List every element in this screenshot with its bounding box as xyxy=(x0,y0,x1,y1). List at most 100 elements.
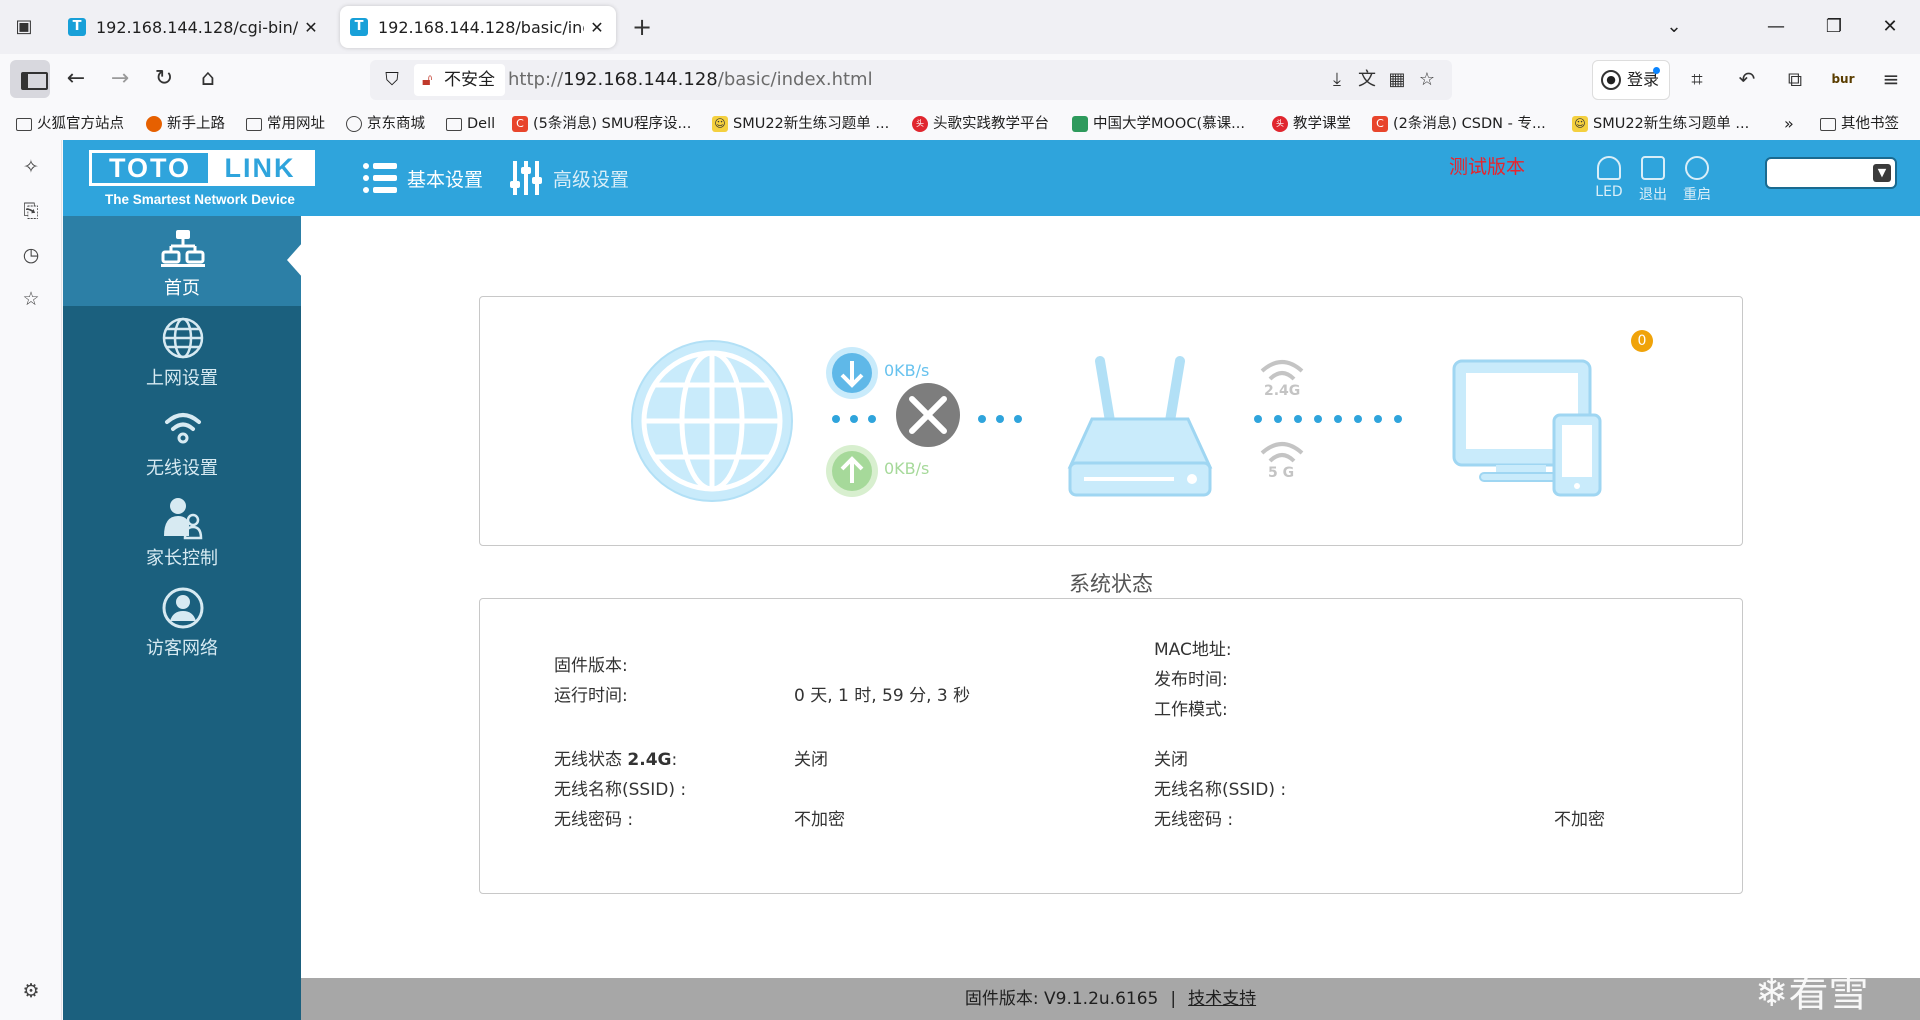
tech-support-link[interactable]: 技术支持 xyxy=(1188,989,1256,1009)
sidebar-item-label: 无线设置 xyxy=(146,458,218,479)
bookmark-item[interactable]: 头头歌实践教学平台 xyxy=(912,113,1049,135)
csdn-icon: C xyxy=(512,116,528,132)
router-footer: 固件版本: V9.1.2u.6165 | 技术支持 xyxy=(301,978,1920,1020)
wifi-state-colon: : xyxy=(671,750,678,770)
upload-speed: 0KB/s xyxy=(884,459,930,478)
minimize-button[interactable]: — xyxy=(1762,14,1790,42)
browser-tab-2[interactable]: T 192.168.144.128/basic/index. ✕ xyxy=(340,6,616,48)
network-diagram-graphic xyxy=(631,340,1602,502)
list-all-tabs-icon[interactable]: ⌄ xyxy=(1660,14,1688,42)
bookmark-item[interactable]: ☺ SMU22新生练习题单 ... xyxy=(1572,113,1749,135)
other-bookmarks-folder[interactable]: 其他书签 xyxy=(1820,113,1899,135)
address-bar[interactable]: ⛉ 🔓︎ 不安全 http://192.168.144.128/basic/in… xyxy=(370,60,1452,100)
undo-icon[interactable]: ↶ xyxy=(1732,64,1762,96)
bookmark-item[interactable]: 中国大学MOOC(慕课... xyxy=(1072,113,1245,135)
ai-sparkle-icon[interactable]: ✧ xyxy=(18,154,44,180)
bookmark-label: 新手上路 xyxy=(167,116,225,132)
sidebar-toggle-button[interactable] xyxy=(10,60,50,98)
bookmark-item[interactable]: 京东商城 xyxy=(346,113,425,135)
globe-icon xyxy=(162,317,204,359)
history-clock-icon[interactable]: ◷ xyxy=(18,242,44,268)
nav-basic-settings[interactable]: 基本设置 xyxy=(363,158,483,198)
firefox-icon xyxy=(146,116,162,132)
forward-button[interactable]: → xyxy=(104,64,136,96)
download-page-icon[interactable]: ⤓ xyxy=(1325,68,1349,92)
footer-firmware-version: 固件版本: V9.1.2u.6165 xyxy=(964,989,1159,1009)
home-button[interactable]: ⌂ xyxy=(192,64,224,96)
bookmark-label: (5条消息) SMU程序设... xyxy=(533,116,692,132)
account-login-button[interactable]: ● 登录 xyxy=(1592,60,1670,100)
bookmark-label: Dell xyxy=(467,116,496,132)
ssid-5g-label: 无线名称(SSID) : xyxy=(1154,780,1287,800)
bookmark-item[interactable]: C (2条消息) CSDN - 专... xyxy=(1372,113,1546,135)
translate-icon[interactable]: 文 xyxy=(1355,68,1379,92)
led-label: LED xyxy=(1595,184,1623,200)
bookmark-item[interactable]: Dell xyxy=(446,113,495,135)
close-tab-icon[interactable]: ✕ xyxy=(588,18,606,37)
menu-icon[interactable]: ≡ xyxy=(1876,64,1906,96)
logout-button[interactable]: 退出 xyxy=(1635,156,1671,204)
synced-tabs-icon[interactable]: ⎘ xyxy=(18,198,44,224)
bookmark-star-icon[interactable]: ☆ xyxy=(1415,68,1439,92)
download-speed: 0KB/s xyxy=(884,361,930,380)
client-count-badge[interactable]: 0 xyxy=(1631,330,1653,352)
qr-code-icon[interactable]: ▦ xyxy=(1385,68,1409,92)
bookmark-item[interactable]: C (5条消息) SMU程序设... xyxy=(512,113,691,135)
bookmark-item[interactable]: 新手上路 xyxy=(146,113,225,135)
bookmark-item[interactable]: 火狐官方站点 xyxy=(16,113,124,135)
bookmark-item[interactable]: 常用网址 xyxy=(246,113,325,135)
sidebar-item-wireless[interactable]: 无线设置 xyxy=(63,396,301,486)
uptime-value: 0 天, 1 时, 59 分, 3 秒 xyxy=(794,686,971,706)
connection-insecure-badge[interactable]: 🔓︎ 不安全 xyxy=(414,64,505,96)
user-icon: ● xyxy=(1601,70,1621,90)
logo-right-text: LINK xyxy=(208,153,312,183)
sidebar-item-parental[interactable]: 家长控制 xyxy=(63,486,301,576)
system-status-panel: 固件版本: 运行时间: 0 天, 1 时, 59 分, 3 秒 MAC地址: 发… xyxy=(479,598,1743,894)
new-tab-button[interactable]: + xyxy=(628,14,656,42)
bookmark-label: 京东商城 xyxy=(367,116,425,132)
url-text[interactable]: http://192.168.144.128/basic/index.html xyxy=(508,60,873,100)
sidebar-item-label: 首页 xyxy=(164,278,200,299)
bookmark-item[interactable]: ☺ SMU22新生练习题单 ... xyxy=(712,113,889,135)
bookmark-item[interactable]: 头教学课堂 xyxy=(1272,113,1351,135)
bookmark-label: 火狐官方站点 xyxy=(37,116,124,132)
notification-dot xyxy=(1653,67,1660,74)
tab-list-icon[interactable]: ▣ xyxy=(12,16,36,38)
sidebar-item-label: 访客网络 xyxy=(146,638,218,659)
password-5g-value: 不加密 xyxy=(1554,810,1605,830)
language-select[interactable]: ▼ xyxy=(1765,157,1897,189)
more-bookmarks-chevron-icon[interactable]: » xyxy=(1784,113,1794,135)
crop-screenshot-icon[interactable]: ⌗ xyxy=(1682,64,1712,96)
burp-extension-icon[interactable]: bur xyxy=(1828,64,1858,96)
back-button[interactable]: ← xyxy=(60,64,92,96)
reboot-button[interactable]: 重启 xyxy=(1679,156,1715,204)
network-diagram: 0KB/s 0KB/s 2.4G 5 G 0 xyxy=(479,296,1743,546)
extensions-icon[interactable]: ⧉ xyxy=(1780,64,1810,96)
sidebar-item-home[interactable]: 首页 xyxy=(63,216,303,306)
tab-title: 192.168.144.128/cgi-bin/cste xyxy=(96,17,298,37)
totolink-favicon-icon: T xyxy=(350,18,368,36)
system-status-title: 系统状态 xyxy=(1069,572,1153,596)
restore-button[interactable]: ❐ xyxy=(1820,14,1848,42)
band-24g-label: 2.4G xyxy=(1264,383,1301,399)
settings-gear-icon[interactable]: ⚙ xyxy=(18,978,44,1004)
close-tab-icon[interactable]: ✕ xyxy=(302,18,320,37)
url-prefix: http:// xyxy=(508,69,564,90)
password-5g-label: 无线密码 : xyxy=(1154,810,1234,830)
client-connection-dots xyxy=(1254,415,1402,423)
nav-advanced-settings[interactable]: 高级设置 xyxy=(509,158,629,198)
work-mode-label: 工作模式: xyxy=(1154,700,1228,720)
disconnected-x-icon xyxy=(896,383,960,447)
sidebar-item-guest[interactable]: 访客网络 xyxy=(63,576,301,666)
shield-icon[interactable]: ⛉ xyxy=(380,68,404,92)
download-arrow-icon xyxy=(826,347,878,399)
reload-button[interactable]: ↻ xyxy=(148,64,180,96)
bookmark-label: 教学课堂 xyxy=(1293,116,1351,132)
sidebar-item-internet[interactable]: 上网设置 xyxy=(63,306,301,396)
led-button[interactable]: LED xyxy=(1591,156,1627,200)
firmware-label: 固件版本: xyxy=(554,656,628,676)
browser-tab-1[interactable]: T 192.168.144.128/cgi-bin/cste ✕ xyxy=(58,6,330,48)
close-window-button[interactable]: ✕ xyxy=(1876,14,1904,42)
bookmarks-star-icon[interactable]: ☆ xyxy=(18,286,44,312)
bookmark-label: SMU22新生练习题单 ... xyxy=(1593,116,1750,132)
